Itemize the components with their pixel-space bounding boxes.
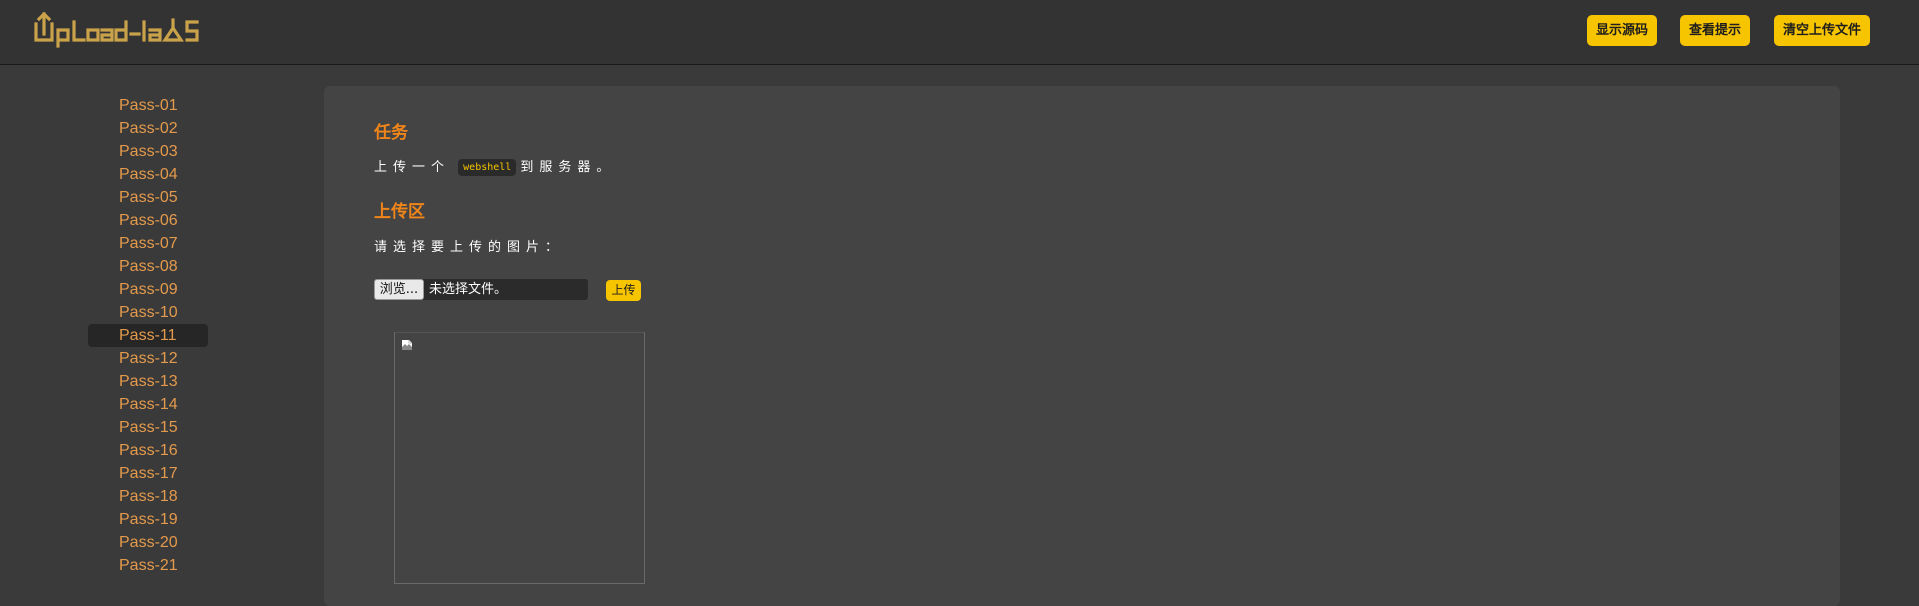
image-preview <box>394 332 645 584</box>
clear-uploads-button[interactable]: 清空上传文件 <box>1774 15 1870 46</box>
sidebar-item-pass-19[interactable]: Pass-19 <box>88 508 208 531</box>
task-prefix: 上传一个 <box>374 160 451 175</box>
sidebar-item-pass-13[interactable]: Pass-13 <box>88 370 208 393</box>
broken-image-icon <box>402 340 412 350</box>
sidebar-item-pass-11[interactable]: Pass-11 <box>88 324 208 347</box>
top-header: 显示源码 查看提示 清空上传文件 <box>0 0 1919 65</box>
browse-button[interactable]: 浏览... <box>374 279 424 300</box>
sidebar-item-pass-08[interactable]: Pass-08 <box>88 255 208 278</box>
sidebar-item-pass-09[interactable]: Pass-09 <box>88 278 208 301</box>
select-prompt: 请选择要上传的图片： <box>374 240 565 255</box>
task-heading: 任务 <box>374 123 408 143</box>
sidebar-item-pass-05[interactable]: Pass-05 <box>88 186 208 209</box>
sidebar-item-pass-14[interactable]: Pass-14 <box>88 393 208 416</box>
sidebar-item-pass-04[interactable]: Pass-04 <box>88 163 208 186</box>
upload-heading: 上传区 <box>374 202 425 222</box>
sidebar-item-pass-12[interactable]: Pass-12 <box>88 347 208 370</box>
sidebar-item-pass-06[interactable]: Pass-06 <box>88 209 208 232</box>
file-input[interactable]: 浏览... 未选择文件。 <box>374 279 588 300</box>
sidebar-item-pass-10[interactable]: Pass-10 <box>88 301 208 324</box>
task-description: 上传一个 webshell 到服务器。 <box>374 156 615 176</box>
upload-button[interactable]: 上传 <box>606 280 641 301</box>
sidebar-item-pass-16[interactable]: Pass-16 <box>88 439 208 462</box>
view-hint-button[interactable]: 查看提示 <box>1680 15 1750 46</box>
main-panel: 任务 上传一个 webshell 到服务器。 上传区 请选择要上传的图片： 浏览.… <box>324 86 1840 606</box>
show-source-button[interactable]: 显示源码 <box>1587 15 1657 46</box>
upload-labs-logo[interactable] <box>34 10 224 50</box>
sidebar-item-pass-02[interactable]: Pass-02 <box>88 117 208 140</box>
sidebar-item-pass-07[interactable]: Pass-07 <box>88 232 208 255</box>
sidebar-item-pass-21[interactable]: Pass-21 <box>88 554 208 577</box>
sidebar-nav: Pass-01 Pass-02 Pass-03 Pass-04 Pass-05 … <box>88 94 208 577</box>
task-code: webshell <box>458 159 517 176</box>
no-file-label: 未选择文件。 <box>429 282 508 297</box>
sidebar-item-pass-01[interactable]: Pass-01 <box>88 94 208 117</box>
sidebar-item-pass-20[interactable]: Pass-20 <box>88 531 208 554</box>
sidebar-item-pass-03[interactable]: Pass-03 <box>88 140 208 163</box>
task-suffix: 到服务器。 <box>520 160 616 175</box>
sidebar-item-pass-15[interactable]: Pass-15 <box>88 416 208 439</box>
sidebar-item-pass-18[interactable]: Pass-18 <box>88 485 208 508</box>
sidebar-item-pass-17[interactable]: Pass-17 <box>88 462 208 485</box>
